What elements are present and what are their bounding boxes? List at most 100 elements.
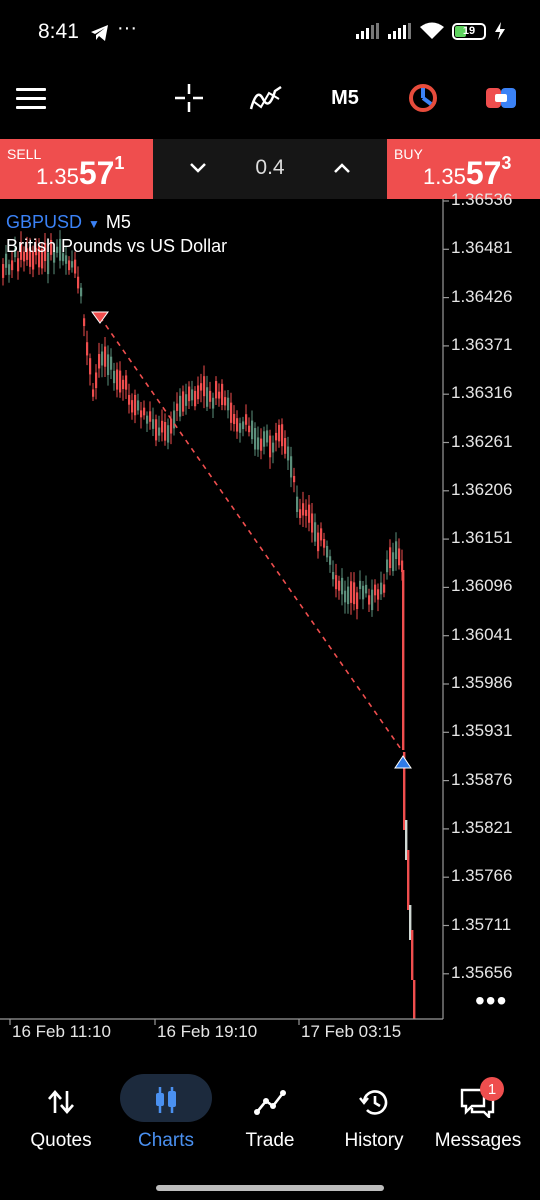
candle-body [200,383,203,391]
candle-body [305,509,308,516]
sell-marker-icon [91,311,109,324]
crosshair-icon [175,84,203,112]
time-label: 17 Feb 03:15 [301,1022,402,1041]
candle-body [284,438,287,454]
wifi-icon [420,22,444,39]
price-label: 1.35821 [451,817,513,837]
candle-body [11,260,14,271]
price-label: 1.36371 [451,334,513,354]
price-axis-ticks [443,200,449,975]
candle-body [119,370,122,393]
candle-body [383,584,386,593]
indicators-button[interactable] [248,66,284,130]
home-indicator[interactable] [156,1185,384,1191]
candle-body [122,379,125,390]
candle-body [8,264,11,275]
candle-body [365,584,368,594]
chart-toolbar: M5 [0,66,540,138]
signal-icon [356,23,379,39]
candle-body [380,582,383,595]
candle-body [113,370,116,384]
time-label: 16 Feb 11:10 [12,1022,111,1041]
candle-body [86,342,89,356]
candle-body [71,261,74,268]
candle-body [170,418,173,434]
candle-body [74,259,77,274]
trade-mode-icon [486,88,516,108]
price-label: 1.36261 [451,431,513,451]
price-label: 1.35711 [451,914,512,934]
candle-body [338,580,341,591]
candle-body [377,589,380,600]
trade-icon [216,1078,324,1126]
price-label: 1.35931 [451,721,513,741]
battery-icon: 19 [452,22,486,40]
candle-body [236,418,239,432]
history-icon [320,1078,428,1126]
candle-body [323,539,326,548]
candle-body [167,425,170,443]
symbol-dropdown-icon: ▼ [88,217,100,231]
chevron-up-icon[interactable] [333,161,351,175]
timeframe-button[interactable]: M5 [322,66,368,130]
candle-body [80,287,83,297]
candle-body [263,431,266,447]
candle-body [359,580,362,589]
candle-body [152,419,155,429]
candle-body [278,424,281,442]
price-label: 1.36041 [451,624,513,644]
messages-badge: 1 [480,1077,504,1101]
charging-icon [495,22,505,40]
candle-body [242,421,245,430]
candle-body [311,513,314,533]
candle-body [314,522,317,542]
candle-body [344,590,347,603]
candle-body [389,547,392,569]
symbol-label[interactable]: GBPUSD ▼ M5 [6,212,131,233]
candle-body [206,387,209,407]
candle-body [185,394,188,406]
price-label: 1.36206 [451,479,513,499]
candle-body [281,424,284,447]
candle-body [368,595,371,605]
candle-body [83,318,86,327]
candle-body [230,402,233,423]
hamburger-icon [16,88,46,109]
candle-body [68,260,71,271]
candle-body [203,376,206,397]
candles [2,230,416,1019]
candle-body [164,422,167,441]
price-label: 1.36316 [451,383,513,403]
candle-body [116,369,119,390]
candle-body [191,389,194,401]
candle-body [251,420,254,440]
nav-quotes-label: Quotes [30,1130,92,1151]
candle-body [128,394,131,405]
sell-button[interactable]: SELL 1.35571 [0,139,153,199]
candle-body [176,403,179,411]
chart-more-button[interactable]: ••• [475,985,507,1017]
candle-body [218,391,221,399]
candle-body [197,385,200,400]
status-icons: 19 [356,22,506,40]
candle-body [374,584,377,596]
candle-body [227,397,230,411]
volume-control: 0.4 [153,139,387,199]
telegram-icon [91,25,108,41]
buy-marker-icon [394,755,412,769]
trade-mode-button[interactable] [484,66,518,130]
candle-body [287,446,290,461]
one-click-trading-button[interactable] [406,66,440,130]
candle-body [362,585,365,600]
volume-value[interactable]: 0.4 [153,156,387,180]
time-label: 16 Feb 19:10 [157,1022,258,1041]
trade-line [99,316,404,753]
price-label: 1.36536 [451,190,513,209]
candle-body [179,395,182,417]
bottom-navigation: Quotes Charts Trade History Messages [0,1060,540,1200]
nav-history-label: History [344,1130,404,1151]
crosshair-button[interactable] [172,66,206,130]
candle-body [299,509,302,519]
menu-button[interactable] [14,66,48,130]
candle-body [248,425,251,433]
